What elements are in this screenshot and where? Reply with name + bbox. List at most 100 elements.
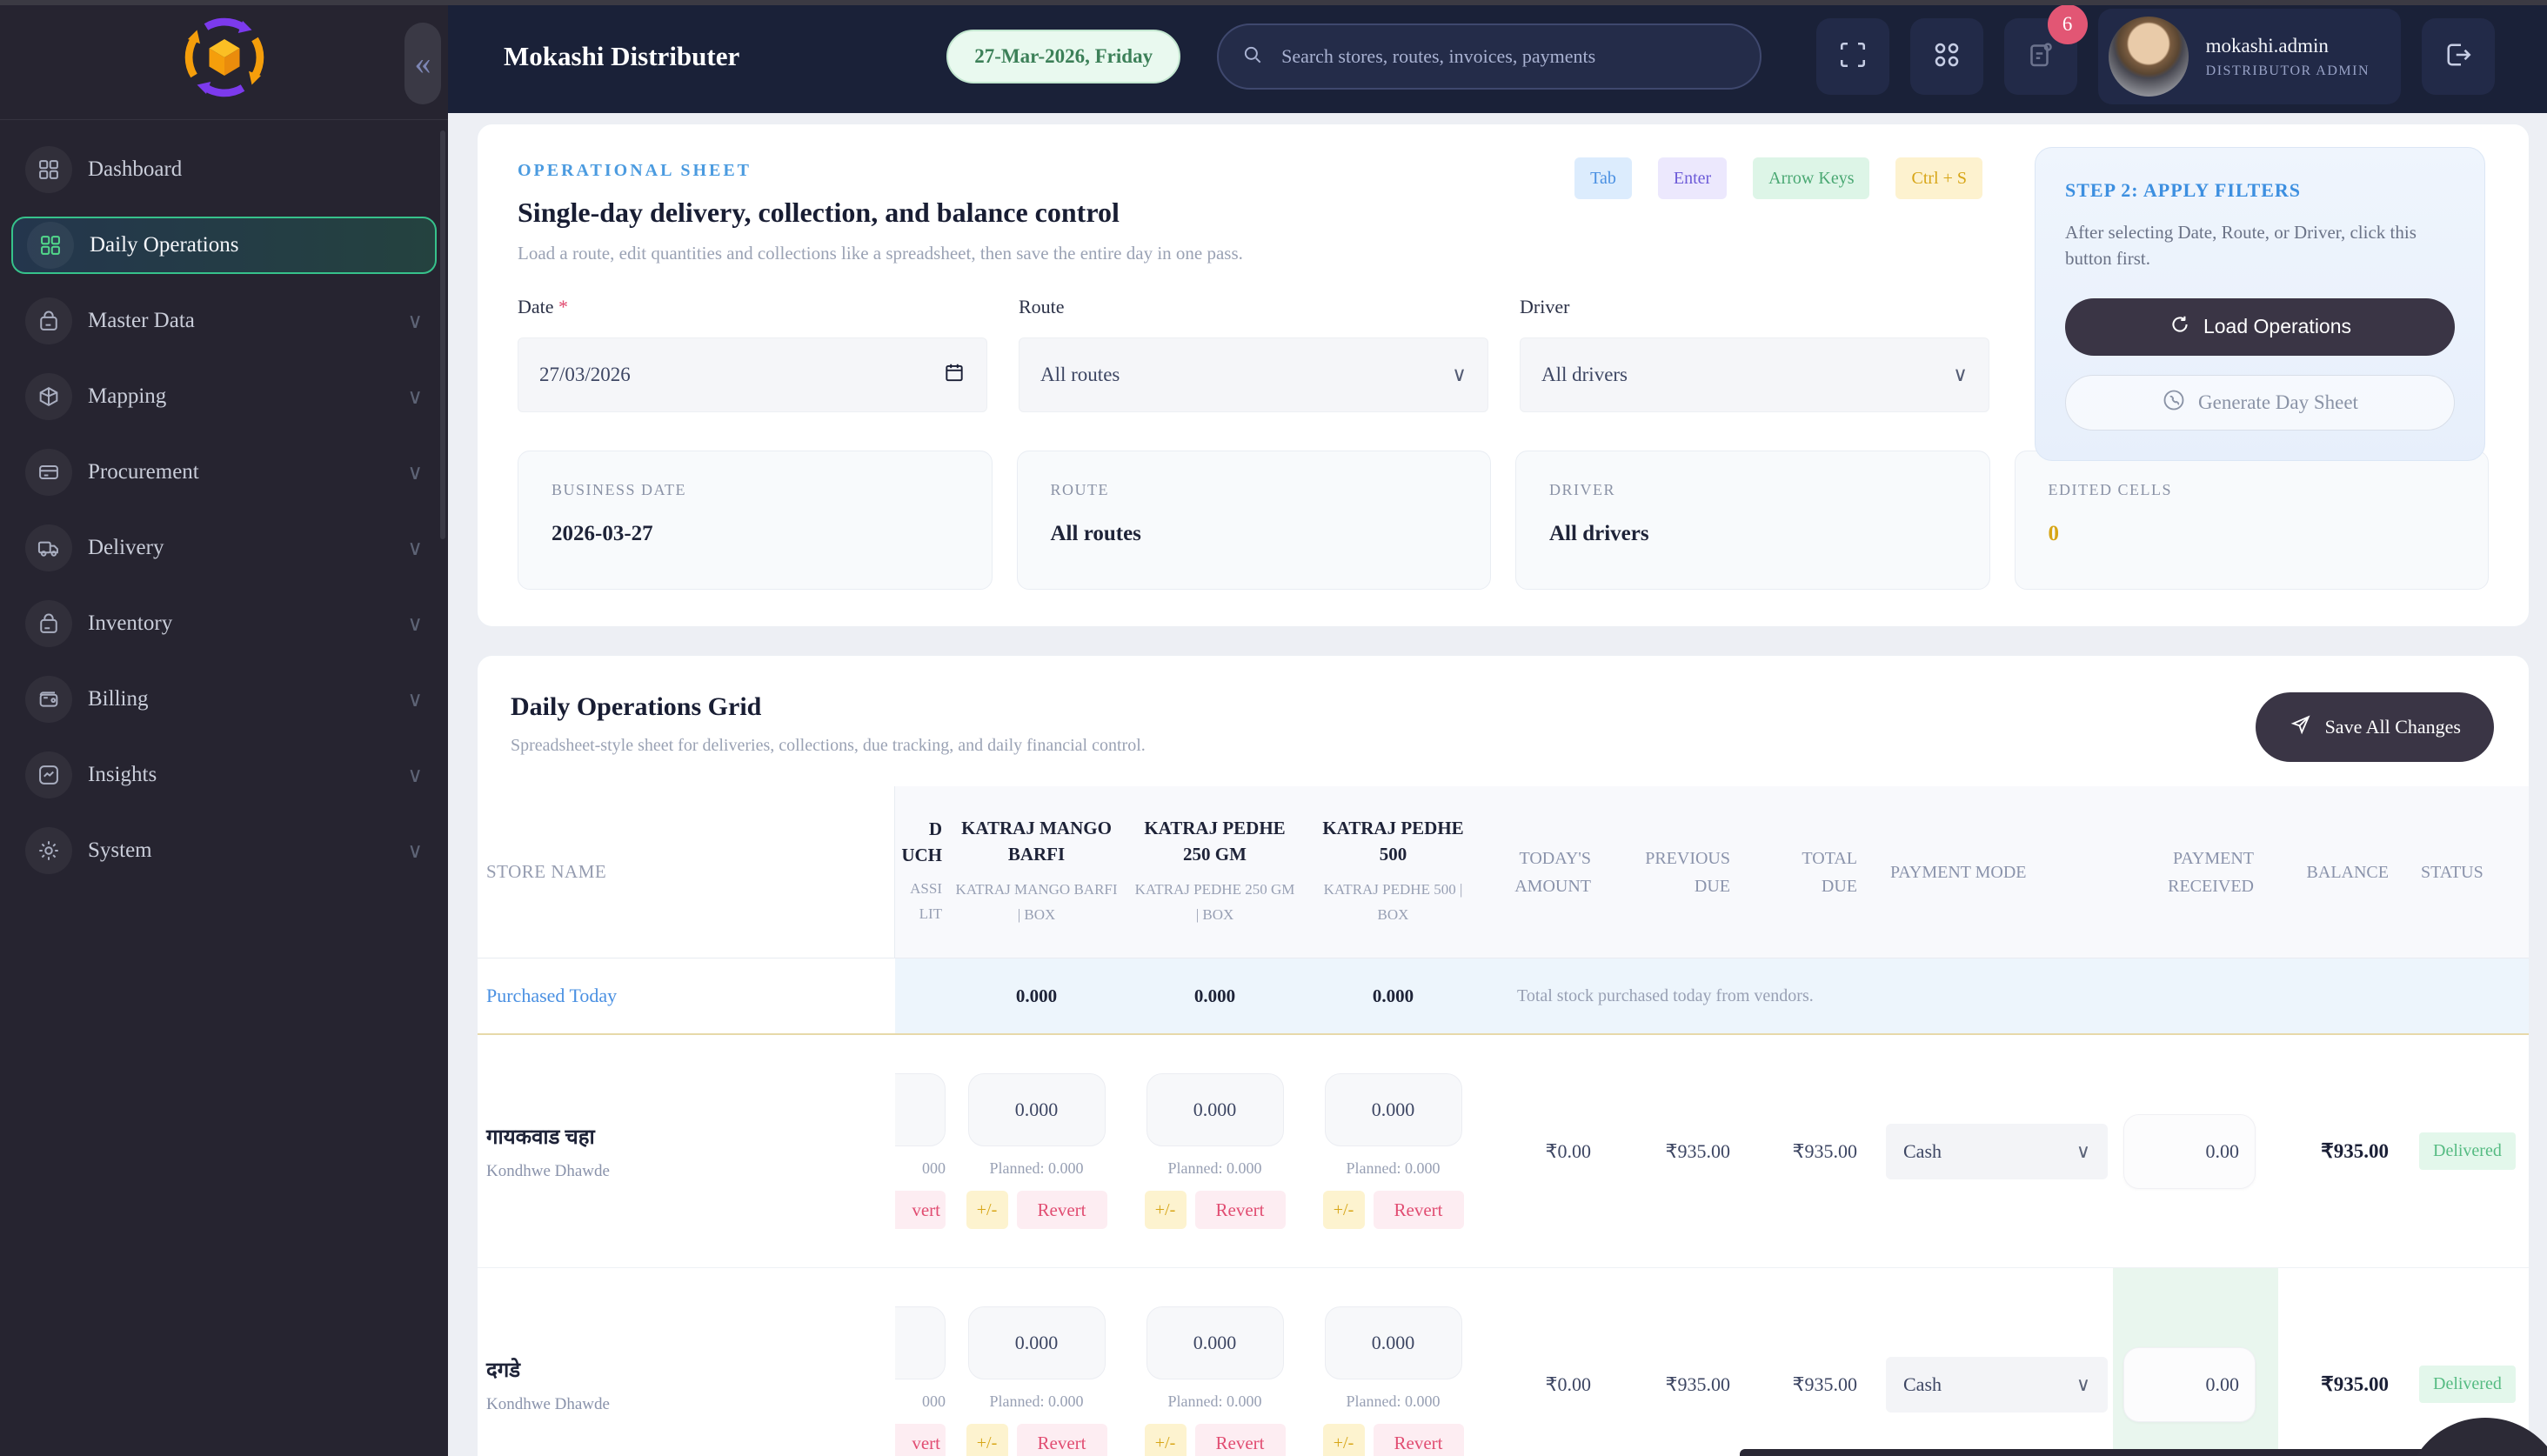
daily-operations-grid-icon [27,222,74,269]
sidebar-collapse-button[interactable]: « [404,23,441,104]
purchased-today-link[interactable]: Purchased Today [478,958,895,1033]
sidebar-item-dashboard[interactable]: Dashboard [11,141,437,198]
product-cell-2: 0.000 Planned: 0.000 +/- Revert [1126,1035,1304,1267]
payment-received-input[interactable]: 0.00 [2123,1114,2256,1189]
store-name: दगडे [486,1355,895,1384]
date-field-group: Date * 27/03/2026 [518,296,987,412]
summary-cards: BUSINESS DATE 2026-03-27 ROUTE All route… [518,451,2489,590]
revert-button-fragment[interactable]: vert [895,1424,946,1456]
search-icon [1241,43,1264,70]
chevron-down-icon: ∨ [407,536,423,561]
sidebar-item-master-data[interactable]: Master Data ∨ [11,292,437,350]
business-date-chip[interactable]: 27-Mar-2026, Friday [946,30,1180,83]
sidebar-item-insights[interactable]: Insights ∨ [11,746,437,804]
notification-badge: 6 [2048,4,2088,44]
purchased-clipped-cell [895,958,947,1033]
load-operations-button[interactable]: Load Operations [2065,298,2455,356]
col-payment-mode: PAYMENT MODE [1878,786,2113,958]
sidebar-item-billing[interactable]: Billing ∨ [11,671,437,728]
sidebar-item-mapping[interactable]: Mapping ∨ [11,368,437,425]
sidebar-item-system[interactable]: System ∨ [11,822,437,879]
driver-select[interactable]: All drivers ∨ [1520,337,1989,412]
grid-subtitle: Spreadsheet-style sheet for deliveries, … [511,736,1146,756]
payment-mode-select[interactable]: Cash ∨ [1886,1124,2108,1179]
todays-amount-value: ₹0.00 [1482,1268,1608,1456]
product-cell-2: 0.000 Planned: 0.000 +/- Revert [1126,1268,1304,1456]
chevron-down-icon: ∨ [1953,364,1968,386]
adjust-button[interactable]: +/- [1145,1424,1187,1456]
adjust-button[interactable]: +/- [966,1191,1008,1229]
date-input[interactable]: 27/03/2026 [518,337,987,412]
col-product-3: KATRAJ PEDHE 500 KATRAJ PEDHE 500 | BOX [1304,786,1482,958]
planned-label: Planned: 0.000 [990,1159,1084,1178]
operational-sheet-card: OPERATIONAL SHEET Single-day delivery, c… [477,124,2530,627]
qty-input[interactable]: 0.000 [1146,1306,1284,1379]
payment-received-cell-highlighted: 0.00 [2113,1268,2278,1456]
planned-label: Planned: 0.000 [1168,1393,1262,1411]
user-name: mokashi.admin [2206,35,2370,57]
shortcut-tab: Tab [1574,157,1632,199]
revert-button[interactable]: Revert [1374,1424,1464,1456]
product-cell-3: 0.000 Planned: 0.000 +/- Revert [1304,1035,1482,1267]
calendar-icon[interactable] [943,361,966,389]
shortcut-enter: Enter [1658,157,1727,199]
adjust-button[interactable]: +/- [966,1424,1008,1456]
chevron-down-icon: ∨ [1452,364,1467,386]
driver-value: All drivers [1541,364,1628,386]
route-select[interactable]: All routes ∨ [1019,337,1488,412]
user-menu[interactable]: mokashi.admin DISTRIBUTOR ADMIN [2098,9,2401,104]
logout-button[interactable] [2422,18,2495,95]
adjust-button[interactable]: +/- [1145,1191,1187,1229]
qty-input[interactable]: 0.000 [1325,1306,1462,1379]
status-badge: Delivered [2419,1366,2516,1403]
apps-button[interactable] [1910,18,1983,95]
notifications-button[interactable]: 6 [2004,18,2077,95]
todays-amount-value: ₹0.00 [1482,1035,1608,1267]
qty-input[interactable]: 0.000 [1146,1073,1284,1146]
step2-description: After selecting Date, Route, or Driver, … [2065,219,2455,272]
previous-due-value: ₹935.00 [1608,1035,1748,1267]
sidebar-item-label: Master Data [88,309,195,333]
daily-operations-grid-card: Daily Operations Grid Spreadsheet-style … [477,655,2530,1456]
payment-mode-select[interactable]: Cash ∨ [1886,1357,2108,1413]
sidebar-item-delivery[interactable]: Delivery ∨ [11,519,437,577]
search-input[interactable] [1280,44,1737,69]
revert-button-fragment[interactable]: vert [895,1191,946,1229]
top-header: Mokashi Distributer 27-Mar-2026, Friday [448,0,2547,113]
adjust-button[interactable]: +/- [1323,1191,1365,1229]
save-all-changes-button[interactable]: Save All Changes [2256,692,2494,762]
global-search[interactable] [1217,23,1762,90]
wallet-icon [25,676,72,723]
summary-driver: DRIVER All drivers [1515,451,1990,590]
planned-label: Planned: 0.000 [1347,1159,1441,1178]
sidebar-item-label: Insights [88,763,157,787]
chevron-down-icon: ∨ [407,611,423,637]
qty-input-fragment[interactable] [895,1306,946,1379]
sidebar-item-label: Delivery [88,536,164,560]
revert-button[interactable]: Revert [1195,1424,1286,1456]
qty-input-fragment[interactable] [895,1073,946,1146]
route-value: All routes [1040,364,1120,386]
adjust-button[interactable]: +/- [1323,1424,1365,1456]
qty-input[interactable]: 0.000 [968,1073,1106,1146]
qty-input[interactable]: 0.000 [1325,1073,1462,1146]
status-cell: Delivered [2409,1035,2530,1267]
generate-day-sheet-button[interactable]: Generate Day Sheet [2065,375,2455,431]
fullscreen-button[interactable] [1816,18,1889,95]
shortcut-ctrl-s: Ctrl + S [1895,157,1982,199]
sidebar-item-inventory[interactable]: Inventory ∨ [11,595,437,652]
planned-label: Planned: 0.000 [990,1393,1084,1411]
payment-received-input[interactable]: 0.00 [2123,1347,2256,1422]
credit-card-icon [25,449,72,496]
route-field-group: Route All routes ∨ [1019,296,1488,412]
revert-button[interactable]: Revert [1017,1424,1107,1456]
sidebar-scrollbar[interactable] [440,130,445,539]
sidebar-item-procurement[interactable]: Procurement ∨ [11,444,437,501]
revert-button[interactable]: Revert [1195,1191,1286,1229]
sidebar-item-daily-operations[interactable]: Daily Operations [11,217,437,274]
revert-button[interactable]: Revert [1017,1191,1107,1229]
qty-input[interactable]: 0.000 [968,1306,1106,1379]
sidebar: « Dashboard Daily Operations Master Data [0,0,448,1456]
revert-button[interactable]: Revert [1374,1191,1464,1229]
col-todays-amount: TODAY'S AMOUNT [1482,786,1608,958]
